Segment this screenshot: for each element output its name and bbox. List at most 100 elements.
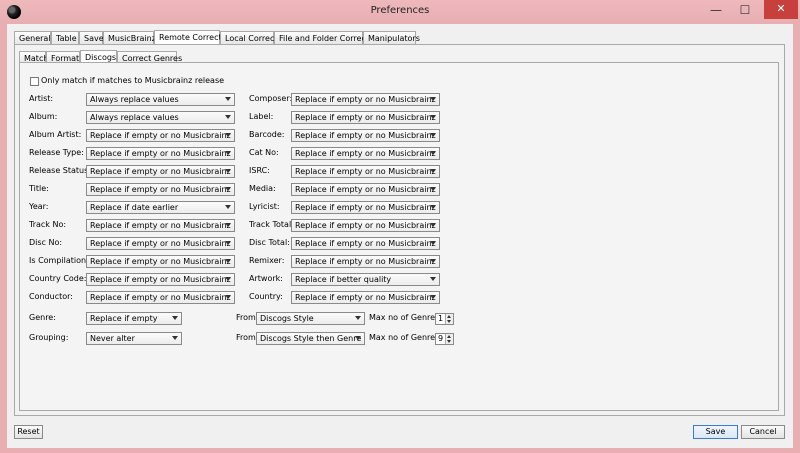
title-label: Title: <box>29 184 49 193</box>
window-title: Preferences <box>370 5 430 16</box>
tab-table[interactable]: Table <box>51 31 79 44</box>
close-button[interactable]: ✕ <box>764 0 798 19</box>
conductor-label: Conductor: <box>29 292 73 301</box>
chevron-down-icon <box>430 205 436 209</box>
chevron-down-icon <box>430 187 436 191</box>
window-frame-bottom <box>0 448 800 453</box>
chevron-down-icon <box>225 295 231 299</box>
conductor-select[interactable]: Replace if empty or no Musicbrainz Id <box>86 291 235 304</box>
tab-musicbrainz[interactable]: MusicBrainz <box>103 31 156 44</box>
chevron-down-icon <box>430 241 436 245</box>
chevron-down-icon <box>225 169 231 173</box>
country-code-select[interactable]: Replace if empty or no Musicbrainz Id <box>86 273 235 286</box>
year-label: Year: <box>29 202 49 211</box>
lyricist-label: Lyricist: <box>249 202 280 211</box>
artwork-select[interactable]: Replace if better quality <box>291 273 440 286</box>
grouping-max-stepper[interactable]: 9 <box>435 333 454 345</box>
chevron-down-icon <box>225 151 231 155</box>
chevron-down-icon <box>430 223 436 227</box>
chevron-down-icon <box>225 241 231 245</box>
chevron-down-icon <box>430 277 436 281</box>
cat-no-select[interactable]: Replace if empty or no Musicbrainz Id <box>291 147 440 160</box>
composer-select[interactable]: Replace if empty or no Musicbrainz Id <box>291 93 440 106</box>
artist-label: Artist: <box>29 94 54 103</box>
maximize-button[interactable]: ☐ <box>732 1 758 19</box>
composer-label: Composer: <box>249 94 293 103</box>
artwork-label: Artwork: <box>249 274 283 283</box>
spinner-down-icon[interactable] <box>447 340 451 343</box>
album-label: Album: <box>29 112 58 121</box>
genre-select[interactable]: Replace if empty <box>86 312 182 325</box>
window-frame-left <box>0 24 7 453</box>
cancel-button[interactable]: Cancel <box>741 425 785 439</box>
album-select[interactable]: Always replace values <box>86 111 235 124</box>
genre-max-label: Max no of Genres <box>369 313 440 322</box>
track-no-select[interactable]: Replace if empty or no Musicbrainz Id <box>86 219 235 232</box>
chevron-down-icon <box>355 316 361 320</box>
chevron-down-icon <box>430 151 436 155</box>
tab-manipulators[interactable]: Manipulators <box>363 31 420 44</box>
genre-from-label: From <box>236 313 256 322</box>
genre-max-stepper[interactable]: 1 <box>435 313 454 325</box>
disc-total-label: Disc Total: <box>249 238 290 247</box>
barcode-label: Barcode: <box>249 130 285 139</box>
only-match-checkbox[interactable] <box>30 77 39 86</box>
label-field-label: Label: <box>249 112 274 121</box>
lyricist-select[interactable]: Replace if empty or no Musicbrainz Id <box>291 201 440 214</box>
grouping-max-label: Max no of Genres <box>369 333 440 342</box>
remixer-label: Remixer: <box>249 256 285 265</box>
media-select[interactable]: Replace if empty or no Musicbrainz Id <box>291 183 440 196</box>
chevron-down-icon <box>430 295 436 299</box>
chevron-down-icon <box>225 97 231 101</box>
title-bar: Preferences — ☐ ✕ <box>0 0 800 24</box>
disc-no-select[interactable]: Replace if empty or no Musicbrainz Id <box>86 237 235 250</box>
chevron-down-icon <box>225 205 231 209</box>
track-total-label: Track Total: <box>249 220 294 229</box>
year-select[interactable]: Replace if date earlier <box>86 201 235 214</box>
country-label: Country: <box>249 292 283 301</box>
tab-file-and-folder-correct[interactable]: File and Folder Correct <box>274 31 369 44</box>
remixer-select[interactable]: Replace if empty or no Musicbrainz Id <box>291 255 440 268</box>
chevron-down-icon <box>430 259 436 263</box>
spinner-up-icon[interactable] <box>447 315 451 318</box>
tab-remote-correct[interactable]: Remote Correct <box>154 30 222 45</box>
track-total-select[interactable]: Replace if empty or no Musicbrainz Id <box>291 219 440 232</box>
release-status-select[interactable]: Replace if empty or no Musicbrainz Id <box>86 165 235 178</box>
chevron-down-icon <box>172 316 178 320</box>
disc-no-label: Disc No: <box>29 238 63 247</box>
tab-general[interactable]: General <box>14 31 51 44</box>
release-type-select[interactable]: Replace if empty or no Musicbrainz Id <box>86 147 235 160</box>
minimize-button[interactable]: — <box>703 1 729 19</box>
chevron-down-icon <box>172 336 178 340</box>
cat-no-label: Cat No: <box>249 148 279 157</box>
chevron-down-icon <box>225 187 231 191</box>
grouping-from-label: From <box>236 333 256 342</box>
grouping-from-select[interactable]: Discogs Style then Genre <box>256 332 365 345</box>
artist-select[interactable]: Always replace values <box>86 93 235 106</box>
album-artist-label: Album Artist: <box>29 130 82 139</box>
window-frame-right <box>793 24 800 453</box>
is-compilation-label: Is Compilation: <box>29 256 89 265</box>
tab-local-correct[interactable]: Local Correct <box>220 31 277 44</box>
reset-button[interactable]: Reset <box>14 425 43 439</box>
disc-total-select[interactable]: Replace if empty or no Musicbrainz Id <box>291 237 440 250</box>
title-select[interactable]: Replace if empty or no Musicbrainz Id <box>86 183 235 196</box>
track-no-label: Track No: <box>29 220 67 229</box>
spinner-up-icon[interactable] <box>447 335 451 338</box>
genre-from-select[interactable]: Discogs Style <box>256 312 365 325</box>
save-button[interactable]: Save <box>693 425 738 439</box>
isrc-select[interactable]: Replace if empty or no Musicbrainz Id <box>291 165 440 178</box>
country-select[interactable]: Replace if empty or no Musicbrainz Id <box>291 291 440 304</box>
spinner-down-icon[interactable] <box>447 320 451 323</box>
is-compilation-select[interactable]: Replace if empty or no Musicbrainz Id <box>86 255 235 268</box>
chevron-down-icon <box>355 336 361 340</box>
country-code-label: Country Code: <box>29 274 87 283</box>
chevron-down-icon <box>225 223 231 227</box>
album-artist-select[interactable]: Replace if empty or no Musicbrainz Id <box>86 129 235 142</box>
isrc-label: ISRC: <box>249 166 270 175</box>
media-label: Media: <box>249 184 276 193</box>
tab-save[interactable]: Save <box>79 31 104 44</box>
grouping-select[interactable]: Never alter <box>86 332 182 345</box>
label-select[interactable]: Replace if empty or no Musicbrainz Id <box>291 111 440 124</box>
barcode-select[interactable]: Replace if empty or no Musicbrainz Id <box>291 129 440 142</box>
